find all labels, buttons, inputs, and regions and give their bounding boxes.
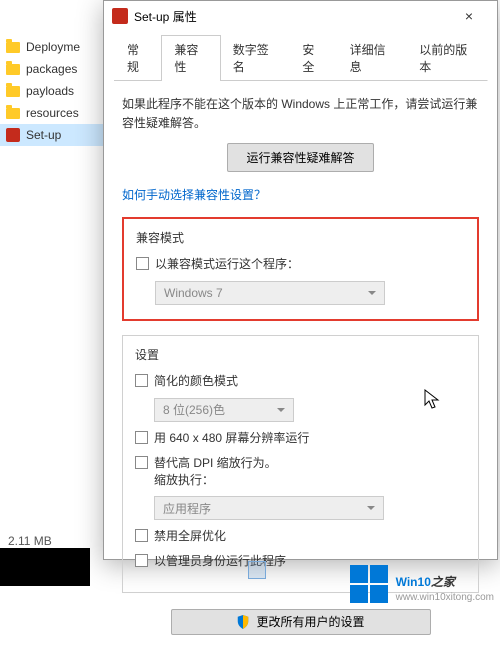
help-text: 如果此程序不能在这个版本的 Windows 上正常工作，请尝试运行兼容性疑难解答… bbox=[122, 95, 479, 133]
checkbox-label: 用 640 x 480 屏幕分辨率运行 bbox=[154, 430, 309, 447]
tab-content: 如果此程序不能在这个版本的 Windows 上正常工作，请尝试运行兼容性疑难解答… bbox=[114, 80, 487, 649]
titlebar[interactable]: Set-up 属性 × bbox=[104, 1, 497, 31]
file-list: Deployme packages payloads resources Set… bbox=[0, 28, 110, 154]
disable-fullscreen-checkbox[interactable]: 禁用全屏优化 bbox=[135, 528, 466, 545]
decorative-strip bbox=[0, 548, 90, 586]
checkbox-label: 禁用全屏优化 bbox=[154, 528, 226, 545]
tab-details[interactable]: 详细信息 bbox=[337, 35, 408, 81]
dpi-scaling-combo[interactable]: 应用程序 bbox=[154, 496, 384, 520]
button-label: 更改所有用户的设置 bbox=[256, 613, 364, 630]
status-bar: 2.11 MB bbox=[8, 534, 52, 548]
windows-logo-icon bbox=[350, 565, 388, 603]
checkbox-label: 以管理员身份运行此程序 bbox=[154, 553, 286, 570]
app-icon bbox=[6, 128, 20, 142]
folder-icon bbox=[6, 42, 20, 53]
app-icon bbox=[112, 8, 128, 24]
dpi-override-checkbox[interactable]: 替代高 DPI 缩放行为。 缩放执行： bbox=[135, 455, 466, 489]
tab-general[interactable]: 常规 bbox=[114, 35, 162, 81]
manual-settings-link[interactable]: 如何手动选择兼容性设置？ bbox=[122, 186, 479, 203]
checkbox-icon[interactable] bbox=[135, 456, 148, 469]
checkbox-icon[interactable] bbox=[135, 431, 148, 444]
checkbox-label: 以兼容模式运行这个程序： bbox=[155, 256, 299, 273]
properties-dialog: Set-up 属性 × 常规 兼容性 数字签名 安全 详细信息 以前的版本 如果… bbox=[103, 0, 498, 560]
folder-icon bbox=[6, 64, 20, 75]
checkbox-label: 替代高 DPI 缩放行为。 缩放执行： bbox=[154, 455, 277, 489]
checkbox-label: 简化的颜色模式 bbox=[154, 373, 238, 390]
list-item[interactable]: Set-up bbox=[0, 124, 110, 146]
watermark-brand: Win10之家 bbox=[396, 566, 494, 592]
group-title: 设置 bbox=[135, 346, 466, 363]
change-all-users-button[interactable]: 更改所有用户的设置 bbox=[171, 609, 431, 635]
reduced-color-checkbox[interactable]: 简化的颜色模式 bbox=[135, 373, 466, 390]
color-mode-combo[interactable]: 8 位(256)色 bbox=[154, 398, 294, 422]
shield-icon bbox=[236, 615, 250, 629]
watermark-url: www.win10xitong.com bbox=[396, 592, 494, 603]
troubleshoot-button[interactable]: 运行兼容性疑难解答 bbox=[227, 143, 373, 172]
tab-security[interactable]: 安全 bbox=[289, 35, 337, 81]
dialog-title: Set-up 属性 bbox=[134, 8, 443, 25]
folder-icon bbox=[6, 86, 20, 97]
compat-mode-checkbox-row[interactable]: 以兼容模式运行这个程序： bbox=[136, 256, 465, 273]
compat-mode-group: 兼容模式 以兼容模式运行这个程序： Windows 7 bbox=[122, 217, 479, 321]
tab-signatures[interactable]: 数字签名 bbox=[220, 35, 291, 81]
group-title: 兼容模式 bbox=[136, 229, 465, 246]
tab-strip: 常规 兼容性 数字签名 安全 详细信息 以前的版本 bbox=[104, 35, 497, 81]
selection-marquee bbox=[248, 561, 266, 579]
checkbox-icon[interactable] bbox=[135, 554, 148, 567]
res640-checkbox[interactable]: 用 640 x 480 屏幕分辨率运行 bbox=[135, 430, 466, 447]
checkbox-icon[interactable] bbox=[135, 374, 148, 387]
checkbox-icon[interactable] bbox=[135, 529, 148, 542]
list-item[interactable]: Deployme bbox=[0, 36, 110, 58]
file-explorer: Deployme packages payloads resources Set… bbox=[0, 0, 110, 609]
checkbox-icon[interactable] bbox=[136, 257, 149, 270]
tab-compatibility[interactable]: 兼容性 bbox=[161, 35, 220, 81]
tab-previous[interactable]: 以前的版本 bbox=[406, 35, 488, 81]
list-item[interactable]: packages bbox=[0, 58, 110, 80]
watermark: Win10之家 www.win10xitong.com bbox=[350, 565, 494, 603]
folder-icon bbox=[6, 108, 20, 119]
close-button[interactable]: × bbox=[449, 1, 489, 31]
list-item[interactable]: payloads bbox=[0, 80, 110, 102]
list-item[interactable]: resources bbox=[0, 102, 110, 124]
compat-os-combo[interactable]: Windows 7 bbox=[155, 281, 385, 305]
settings-group: 设置 简化的颜色模式 8 位(256)色 用 640 x 480 屏幕分辨率运行… bbox=[122, 335, 479, 593]
